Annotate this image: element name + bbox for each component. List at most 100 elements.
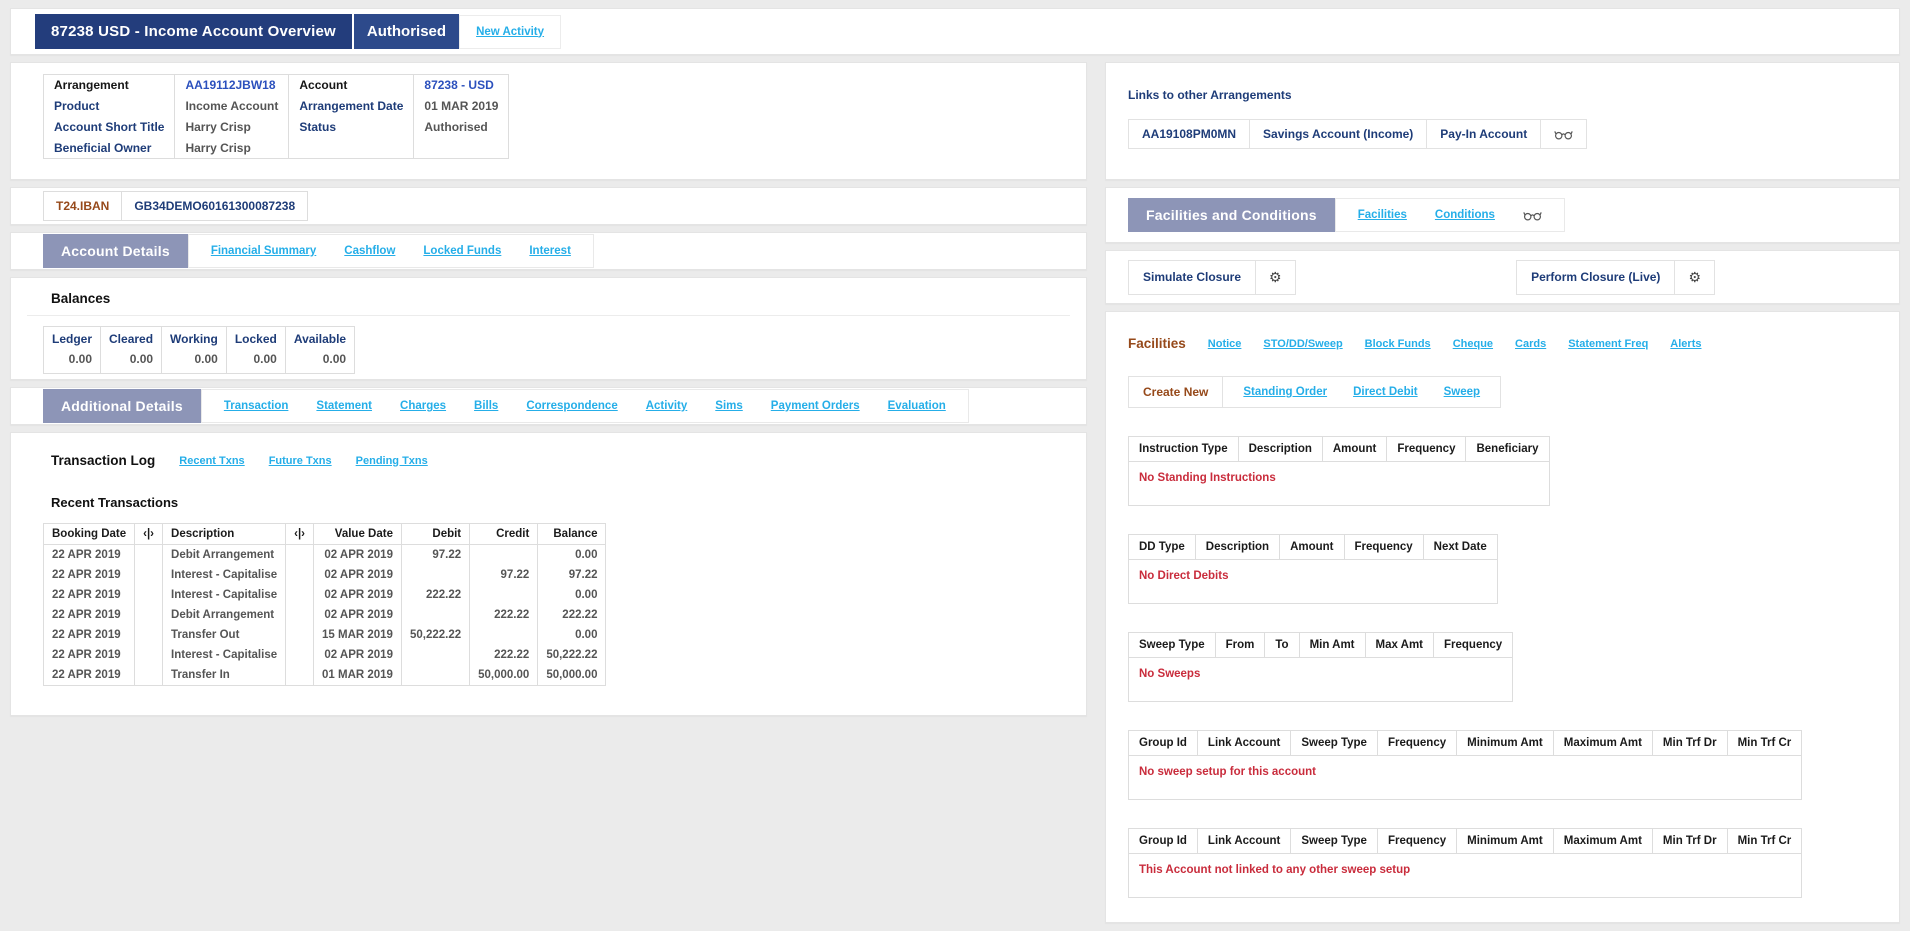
spacer-cell bbox=[135, 605, 163, 625]
cell-description: Interest - Capitalise bbox=[163, 585, 286, 605]
balances-header-ledger: Ledger bbox=[44, 327, 101, 350]
create-standing-order-link[interactable]: Standing Order bbox=[1243, 386, 1327, 398]
table-row: Ledger Cleared Working Locked Available bbox=[44, 327, 355, 350]
page-header: 87238 USD - Income Account Overview Auth… bbox=[10, 8, 1900, 55]
transaction-row: 22 APR 2019 Interest - Capitalise 02 APR… bbox=[44, 645, 606, 665]
product-value: Income Account bbox=[175, 96, 289, 117]
tab-cheque[interactable]: Cheque bbox=[1453, 338, 1493, 350]
header-group-id: Group Id bbox=[1129, 731, 1198, 756]
cell-value-date: 02 APR 2019 bbox=[314, 605, 402, 625]
cell-credit: 50,000.00 bbox=[470, 665, 538, 686]
header-maximum-amt: Maximum Amt bbox=[1553, 731, 1652, 756]
header-sweep-type: Sweep Type bbox=[1291, 829, 1378, 854]
header-link-account: Link Account bbox=[1197, 731, 1290, 756]
table-row: Beneficial Owner Harry Crisp bbox=[44, 138, 509, 159]
tab-charges[interactable]: Charges bbox=[400, 400, 446, 412]
tab-alerts[interactable]: Alerts bbox=[1670, 338, 1701, 350]
tab-bills[interactable]: Bills bbox=[474, 400, 498, 412]
tab-pending-txns[interactable]: Pending Txns bbox=[356, 455, 428, 467]
cell-booking-date: 22 APR 2019 bbox=[44, 565, 135, 585]
transaction-row: 22 APR 2019 Interest - Capitalise 02 APR… bbox=[44, 585, 606, 605]
tab-activity[interactable]: Activity bbox=[646, 400, 688, 412]
spacer-cell bbox=[286, 605, 314, 625]
cell-debit: 97.22 bbox=[401, 545, 469, 566]
links-arrangements-card: Links to other Arrangements AA19108PM0MN… bbox=[1105, 62, 1900, 180]
balances-header-working: Working bbox=[162, 327, 227, 350]
tab-sims[interactable]: Sims bbox=[715, 400, 743, 412]
header-debit: Debit bbox=[401, 524, 469, 545]
tab-statement-freq[interactable]: Statement Freq bbox=[1568, 338, 1648, 350]
cell-credit: 222.22 bbox=[470, 645, 538, 665]
gear-icon[interactable]: ⚙ bbox=[1255, 261, 1295, 294]
empty-row: No Sweeps bbox=[1129, 658, 1513, 702]
account-id-link[interactable]: 87238 - USD bbox=[414, 75, 509, 96]
perform-closure-button[interactable]: Perform Closure (Live) ⚙ bbox=[1516, 260, 1715, 295]
create-sweep-link[interactable]: Sweep bbox=[1444, 386, 1480, 398]
cell-booking-date: 22 APR 2019 bbox=[44, 645, 135, 665]
header-frequency: Frequency bbox=[1377, 731, 1456, 756]
header-description: Description bbox=[1195, 535, 1279, 560]
page-title: 87238 USD - Income Account Overview bbox=[35, 14, 352, 49]
column-resize-icon[interactable]: ‹|› bbox=[286, 524, 314, 545]
facilities-title: Facilities bbox=[1128, 336, 1186, 351]
arrangement-id-link[interactable]: AA19112JBW18 bbox=[175, 75, 289, 96]
view-glasses-icon[interactable] bbox=[1541, 120, 1586, 148]
tab-evaluation[interactable]: Evaluation bbox=[888, 400, 946, 412]
view-glasses-icon[interactable] bbox=[1523, 210, 1542, 221]
simulate-closure-button[interactable]: Simulate Closure ⚙ bbox=[1128, 260, 1296, 295]
column-resize-icon[interactable]: ‹|› bbox=[135, 524, 163, 545]
tab-future-txns[interactable]: Future Txns bbox=[269, 455, 332, 467]
spacer-cell bbox=[135, 545, 163, 566]
cell-description: Debit Arrangement bbox=[163, 605, 286, 625]
table-header-row: Booking Date ‹|› Description ‹|› Value D… bbox=[44, 524, 606, 545]
create-direct-debit-link[interactable]: Direct Debit bbox=[1353, 386, 1418, 398]
beneficial-owner-label: Beneficial Owner bbox=[44, 138, 175, 159]
header-next-date: Next Date bbox=[1423, 535, 1497, 560]
facilities-card: Facilities Notice STO/DD/Sweep Block Fun… bbox=[1105, 311, 1900, 923]
empty-message: No Sweeps bbox=[1129, 658, 1513, 702]
tab-block-funds[interactable]: Block Funds bbox=[1365, 338, 1431, 350]
tab-financial-summary[interactable]: Financial Summary bbox=[211, 245, 316, 257]
facilities-conditions-tabs: Facilities Conditions bbox=[1335, 198, 1565, 232]
table-row: Product Income Account Arrangement Date … bbox=[44, 96, 509, 117]
header-min-trf-cr: Min Trf Cr bbox=[1727, 829, 1802, 854]
tab-correspondence[interactable]: Correspondence bbox=[526, 400, 617, 412]
tab-cards[interactable]: Cards bbox=[1515, 338, 1546, 350]
cell-booking-date: 22 APR 2019 bbox=[44, 585, 135, 605]
linked-arrangement-id: AA19108PM0MN bbox=[1129, 120, 1250, 148]
tab-conditions[interactable]: Conditions bbox=[1435, 209, 1495, 221]
spacer-cell bbox=[286, 545, 314, 566]
tab-cashflow[interactable]: Cashflow bbox=[344, 245, 395, 257]
tab-payment-orders[interactable]: Payment Orders bbox=[771, 400, 860, 412]
header-amount: Amount bbox=[1322, 437, 1386, 462]
tab-notice[interactable]: Notice bbox=[1208, 338, 1242, 350]
transaction-row: 22 APR 2019 Debit Arrangement 02 APR 201… bbox=[44, 605, 606, 625]
spacer-cell bbox=[286, 645, 314, 665]
tab-transaction[interactable]: Transaction bbox=[224, 400, 289, 412]
cell-debit bbox=[401, 645, 469, 665]
spacer-cell bbox=[135, 565, 163, 585]
header-beneficiary: Beneficiary bbox=[1466, 437, 1549, 462]
gear-icon[interactable]: ⚙ bbox=[1674, 261, 1714, 294]
tab-interest[interactable]: Interest bbox=[529, 245, 571, 257]
header-description: Description bbox=[163, 524, 286, 545]
tab-locked-funds[interactable]: Locked Funds bbox=[423, 245, 501, 257]
arrangement-label: Arrangement bbox=[44, 75, 175, 96]
cell-value-date: 02 APR 2019 bbox=[314, 645, 402, 665]
cell-balance: 222.22 bbox=[538, 605, 606, 625]
cell-balance: 50,222.22 bbox=[538, 645, 606, 665]
new-activity-box: New Activity bbox=[459, 15, 561, 49]
header-min-trf-dr: Min Trf Dr bbox=[1652, 829, 1727, 854]
balance-available-value: 0.00 bbox=[285, 349, 354, 374]
tab-statement[interactable]: Statement bbox=[316, 400, 372, 412]
tab-recent-txns[interactable]: Recent Txns bbox=[179, 455, 244, 467]
transaction-log-title: Transaction Log bbox=[51, 453, 155, 468]
new-activity-link[interactable]: New Activity bbox=[476, 26, 544, 38]
tab-facilities[interactable]: Facilities bbox=[1358, 209, 1407, 221]
header-maximum-amt: Maximum Amt bbox=[1553, 829, 1652, 854]
header-description: Description bbox=[1238, 437, 1322, 462]
arrangement-date-value: 01 MAR 2019 bbox=[414, 96, 509, 117]
facilities-conditions-title: Facilities and Conditions bbox=[1128, 198, 1335, 232]
simulate-closure-label: Simulate Closure bbox=[1129, 261, 1255, 294]
tab-sto-dd-sweep[interactable]: STO/DD/Sweep bbox=[1263, 338, 1342, 350]
